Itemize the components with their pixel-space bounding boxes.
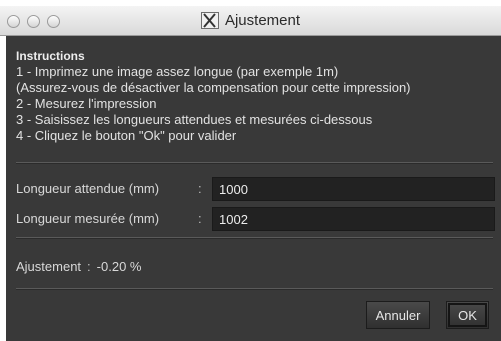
measured-length-label: Longueur mesurée (mm) <box>16 211 160 226</box>
instructions-heading: Instructions <box>16 49 85 63</box>
expected-length-separator: : <box>198 181 202 196</box>
x11-icon <box>200 12 219 29</box>
divider <box>16 288 493 290</box>
adjustment-separator: : <box>87 259 91 274</box>
adjustment-label: Ajustement <box>16 259 82 274</box>
adjustment-value: -0.20 % <box>96 259 142 274</box>
measured-length-input[interactable] <box>212 207 495 231</box>
measured-length-row: Longueur mesurée (mm) : <box>16 207 496 231</box>
expected-length-row: Longueur attendue (mm) : <box>16 177 496 201</box>
window-title: Ajustement <box>224 12 301 29</box>
adjustment-result: Ajustement: -0.20 % <box>16 259 141 274</box>
title-bar[interactable]: Ajustement <box>0 6 501 36</box>
adjustment-dialog: Ajustement Instructions 1 - Imprimez une… <box>0 0 501 341</box>
instruction-line: (Assurez-vous de désactiver la compensat… <box>16 80 411 95</box>
title-group: Ajustement <box>0 6 501 35</box>
instruction-line: 3 - Saisissez les longueurs attendues et… <box>16 112 373 127</box>
instruction-line: 1 - Imprimez une image assez longue (par… <box>16 64 339 79</box>
cancel-button[interactable]: Annuler <box>366 301 430 329</box>
divider <box>16 237 493 239</box>
expected-length-label: Longueur attendue (mm) <box>16 181 160 196</box>
ok-button[interactable]: OK <box>446 301 489 329</box>
expected-length-input[interactable] <box>212 177 495 201</box>
dialog-body: Instructions 1 - Imprimez une image asse… <box>6 36 501 341</box>
measured-length-separator: : <box>198 211 202 226</box>
instruction-line: 4 - Cliquez le bouton "Ok" pour valider <box>16 128 237 143</box>
divider <box>16 162 493 164</box>
instructions-block: Instructions 1 - Imprimez une image asse… <box>16 48 496 144</box>
instruction-line: 2 - Mesurez l'impression <box>16 96 157 111</box>
